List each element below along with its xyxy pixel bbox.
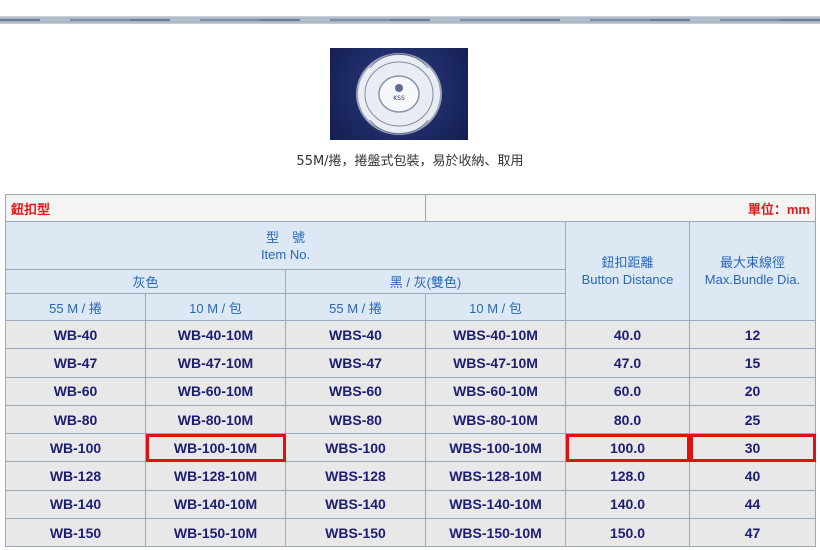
cell-wb-10m: WB-40-10M xyxy=(145,319,286,350)
model-header-en: Item No. xyxy=(260,246,311,262)
cell-max-bundle: 12 xyxy=(689,319,816,350)
cell-max-bundle: 47 xyxy=(689,518,816,548)
button-distance-cn: 鈕扣距離 xyxy=(601,255,654,270)
cell-wb-55m: WB-47 xyxy=(5,348,146,378)
button-distance-header: 鈕扣距離 Button Distance xyxy=(565,221,690,321)
cell-wb-55m: WB-80 xyxy=(5,404,146,435)
cell-wbs-55m: WBS-128 xyxy=(285,461,426,491)
table-row: WB-128 WB-128-10M WBS-128 WBS-128-10M 12… xyxy=(5,461,816,491)
cell-wbs-10m: WBS-150-10M xyxy=(425,518,566,548)
cell-wbs-55m: WBS-40 xyxy=(285,319,426,350)
reel-brand-text: KSS xyxy=(393,95,405,102)
cell-wb-10m: WB-60-10M xyxy=(145,376,286,406)
cell-button-distance: 40.0 xyxy=(565,319,690,350)
cell-wb-55m: WB-40 xyxy=(5,319,146,350)
cell-wbs-10m: WBS-128-10M xyxy=(425,461,566,491)
product-photo: KSS xyxy=(330,48,468,140)
cell-wb-10m: WB-47-10M xyxy=(145,348,286,378)
table-row: WB-40 WB-40-10M WBS-40 WBS-40-10M 40.0 1… xyxy=(5,319,816,350)
cell-max-bundle: 40 xyxy=(689,461,816,491)
table-row: WB-60 WB-60-10M WBS-60 WBS-60-10M 60.0 2… xyxy=(5,376,816,406)
product-caption: 55M/捲，捲盤式包裝，易於收納、取用 xyxy=(296,154,524,169)
button-distance-en: Button Distance xyxy=(581,272,674,287)
cell-button-distance: 150.0 xyxy=(565,518,690,548)
table-row: WB-140 WB-140-10M WBS-140 WBS-140-10M 14… xyxy=(5,489,816,520)
top-decorative-band xyxy=(0,16,820,24)
cell-wbs-55m: WBS-150 xyxy=(285,518,426,548)
table-row: WB-80 WB-80-10M WBS-80 WBS-80-10M 80.0 2… xyxy=(5,404,816,435)
cell-max-bundle: 44 xyxy=(689,489,816,520)
cell-max-bundle-highlighted: 30 xyxy=(689,433,816,463)
cell-max-bundle: 25 xyxy=(689,404,816,435)
cell-wbs-55m: WBS-47 xyxy=(285,348,426,378)
cell-wb-55m: WB-60 xyxy=(5,376,146,406)
cell-wb-55m: WB-140 xyxy=(5,489,146,520)
pack-10m-header: 10 M / 包 xyxy=(425,293,566,321)
cell-wb-10m: WB-140-10M xyxy=(145,489,286,520)
cell-wbs-10m: WBS-100-10M xyxy=(425,433,566,463)
model-header: 型 號 Item No. xyxy=(5,221,566,270)
cell-wbs-10m: WBS-140-10M xyxy=(425,489,566,520)
tape-reel-image: KSS xyxy=(356,53,442,135)
group-black-gray-header: 黑 / 灰(雙色) xyxy=(285,269,566,294)
cell-wb-55m: WB-150 xyxy=(5,518,146,548)
cell-wb-55m: WB-128 xyxy=(5,461,146,491)
cell-wb-10m: WB-128-10M xyxy=(145,461,286,491)
spec-table: 鈕扣型 單位：mm 型 號 Item No. 鈕扣距離 Button Dista… xyxy=(5,194,816,548)
cell-button-distance: 80.0 xyxy=(565,404,690,435)
cell-wbs-10m: WBS-40-10M xyxy=(425,319,566,350)
cell-button-distance: 60.0 xyxy=(565,376,690,406)
cell-wbs-55m: WBS-140 xyxy=(285,489,426,520)
cell-wb-10m-highlighted: WB-100-10M xyxy=(145,433,286,463)
cell-wbs-55m: WBS-80 xyxy=(285,404,426,435)
cell-wb-55m: WB-100 xyxy=(5,433,146,463)
cell-wbs-55m: WBS-60 xyxy=(285,376,426,406)
pack-10m-header: 10 M / 包 xyxy=(145,293,286,321)
cell-wbs-55m: WBS-100 xyxy=(285,433,426,463)
table-row-highlighted: WB-100 WB-100-10M WBS-100 WBS-100-10M 10… xyxy=(5,433,816,463)
pack-55m-header: 55 M / 捲 xyxy=(5,293,146,321)
pack-55m-header: 55 M / 捲 xyxy=(285,293,426,321)
cell-wb-10m: WB-150-10M xyxy=(145,518,286,548)
table-row: WB-150 WB-150-10M WBS-150 WBS-150-10M 15… xyxy=(5,518,816,548)
cell-wbs-10m: WBS-60-10M xyxy=(425,376,566,406)
cell-button-distance: 128.0 xyxy=(565,461,690,491)
cell-button-distance-highlighted: 100.0 xyxy=(565,433,690,463)
cell-wbs-10m: WBS-47-10M xyxy=(425,348,566,378)
cell-max-bundle: 20 xyxy=(689,376,816,406)
cell-max-bundle: 15 xyxy=(689,348,816,378)
table-title-row: 鈕扣型 單位：mm xyxy=(5,194,816,222)
cell-wb-10m: WB-80-10M xyxy=(145,404,286,435)
table-title: 鈕扣型 xyxy=(5,194,426,222)
cell-wbs-10m: WBS-80-10M xyxy=(425,404,566,435)
unit-label: 單位：mm xyxy=(425,194,816,222)
group-gray-header: 灰色 xyxy=(5,269,286,294)
table-row: WB-47 WB-47-10M WBS-47 WBS-47-10M 47.0 1… xyxy=(5,348,816,378)
model-header-row: 型 號 Item No. 鈕扣距離 Button Distance 最大束線徑 … xyxy=(5,221,816,321)
cell-button-distance: 140.0 xyxy=(565,489,690,520)
model-header-cn: 型 號 xyxy=(265,229,305,245)
max-bundle-cn: 最大束線徑 xyxy=(719,255,785,270)
max-bundle-header: 最大束線徑 Max.Bundle Dia. xyxy=(689,221,816,321)
max-bundle-en: Max.Bundle Dia. xyxy=(704,272,801,287)
cell-button-distance: 47.0 xyxy=(565,348,690,378)
